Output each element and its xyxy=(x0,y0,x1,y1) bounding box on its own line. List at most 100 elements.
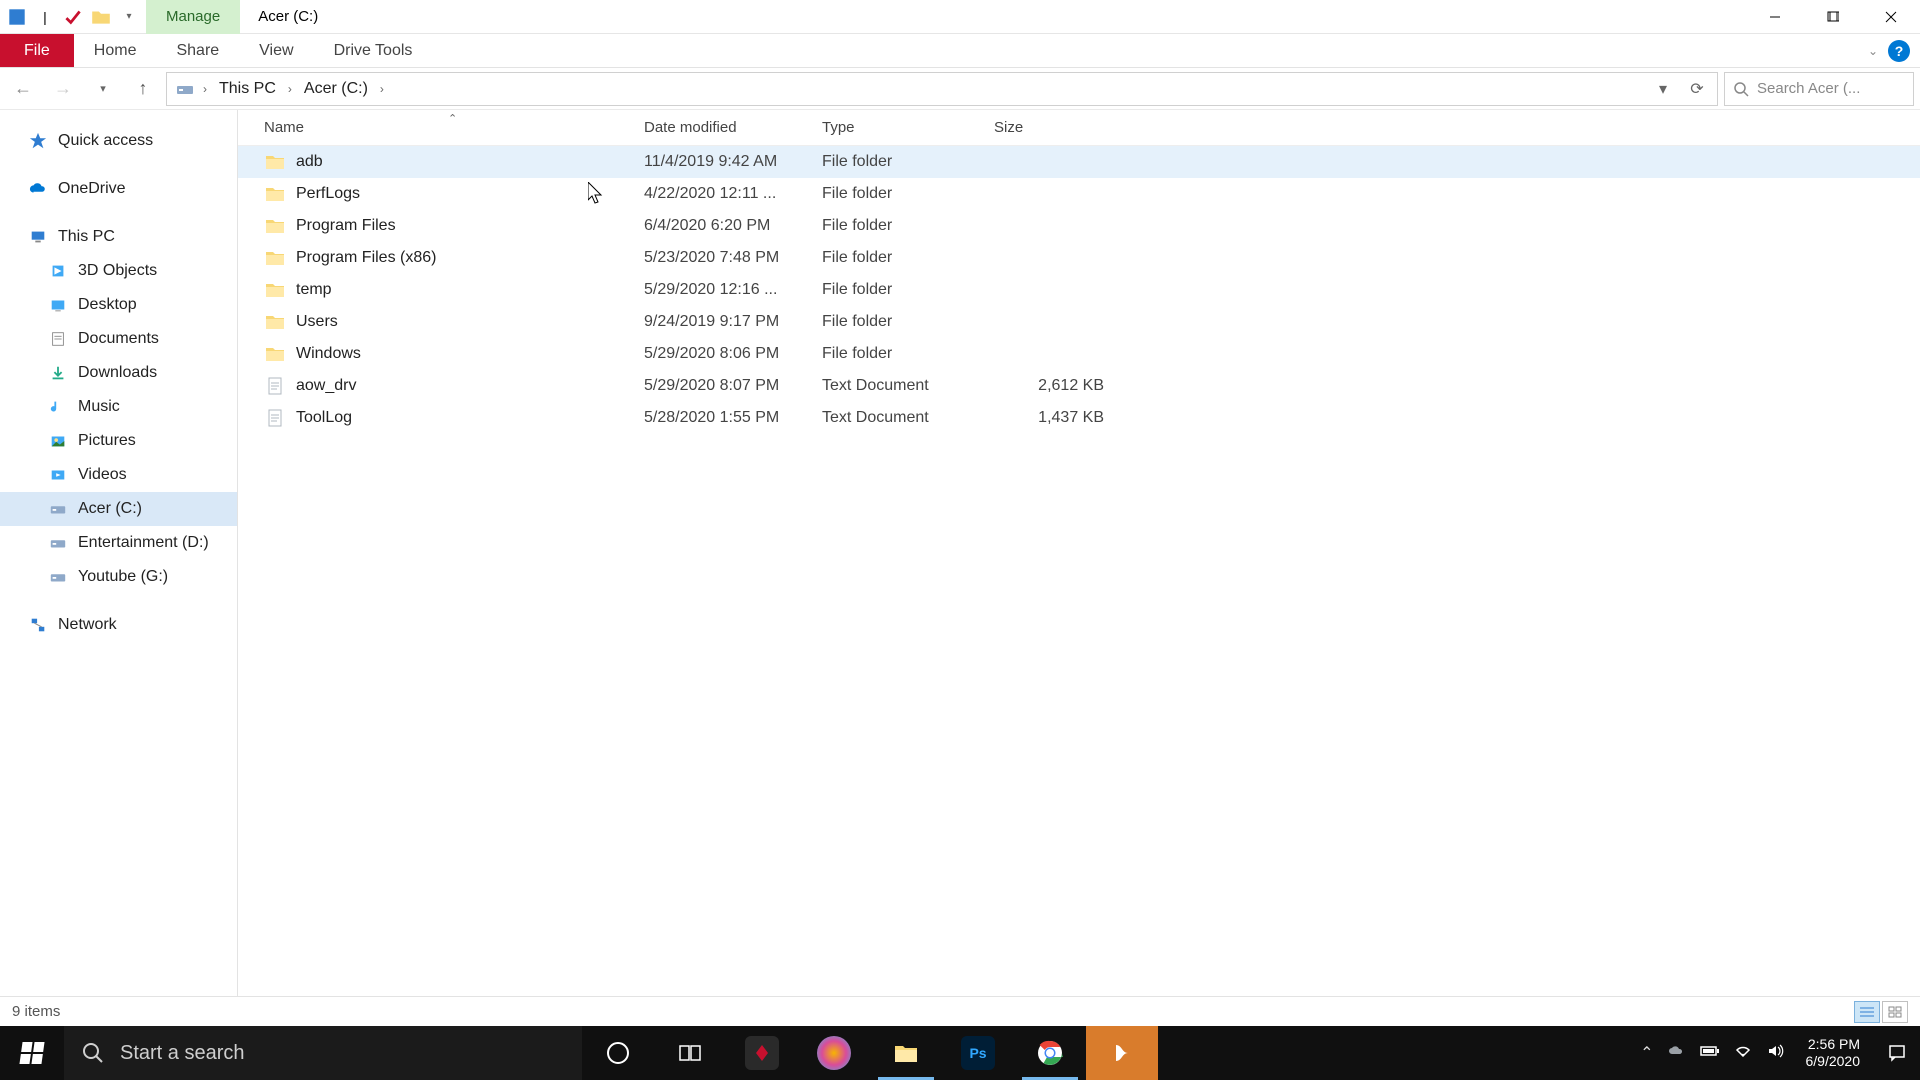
sidebar-item-music[interactable]: Music xyxy=(0,390,237,424)
share-tab[interactable]: Share xyxy=(156,34,239,67)
taskbar-app-predator[interactable] xyxy=(726,1026,798,1080)
up-button[interactable]: ↑ xyxy=(126,72,160,106)
file-name: aow_drv xyxy=(296,377,644,395)
forward-button[interactable]: → xyxy=(46,72,80,106)
view-tab[interactable]: View xyxy=(239,34,313,67)
file-name: Program Files (x86) xyxy=(296,249,644,267)
tray-overflow-icon[interactable]: ⌃ xyxy=(1640,1043,1653,1063)
file-row[interactable]: aow_drv5/29/2020 8:07 PMText Document2,6… xyxy=(238,370,1920,402)
file-row[interactable]: PerfLogs4/22/2020 12:11 ...File folder xyxy=(238,178,1920,210)
taskbar-clock[interactable]: 2:56 PM 6/9/2020 xyxy=(1798,1036,1869,1070)
taskbar-filmora[interactable] xyxy=(1086,1026,1158,1080)
sidebar-item-videos[interactable]: Videos xyxy=(0,458,237,492)
start-button[interactable] xyxy=(0,1026,64,1080)
sidebar-sub-icon xyxy=(48,261,68,281)
folder-icon xyxy=(264,151,286,173)
taskbar-file-explorer[interactable] xyxy=(870,1026,942,1080)
sidebar-quick-access[interactable]: Quick access xyxy=(0,124,237,158)
breadcrumb-this-pc[interactable]: This PC xyxy=(215,80,280,98)
sidebar-item-documents[interactable]: Documents xyxy=(0,322,237,356)
file-date: 5/28/2020 1:55 PM xyxy=(644,409,822,427)
qat-folder-icon[interactable] xyxy=(90,6,112,28)
tray-battery-icon[interactable] xyxy=(1700,1044,1720,1063)
sidebar-item-downloads[interactable]: Downloads xyxy=(0,356,237,390)
file-type: Text Document xyxy=(822,409,994,427)
close-button[interactable] xyxy=(1862,0,1920,34)
column-type[interactable]: Type xyxy=(822,119,994,136)
column-date[interactable]: Date modified xyxy=(644,119,822,136)
file-row[interactable]: Windows5/29/2020 8:06 PMFile folder xyxy=(238,338,1920,370)
window-title: Acer (C:) xyxy=(240,8,336,25)
qat-dropdown-icon[interactable]: ▾ xyxy=(118,6,140,28)
file-row[interactable]: ToolLog5/28/2020 1:55 PMText Document1,4… xyxy=(238,402,1920,434)
taskbar-chrome[interactable] xyxy=(1014,1026,1086,1080)
sidebar-item-label: Videos xyxy=(78,466,127,484)
sidebar-this-pc[interactable]: This PC xyxy=(0,220,237,254)
thumbnails-view-button[interactable] xyxy=(1882,1001,1908,1023)
sidebar-item-label: Music xyxy=(78,398,120,416)
sidebar-item-label: 3D Objects xyxy=(78,262,157,280)
ribbon-expand-icon[interactable]: ⌄ xyxy=(1868,44,1878,58)
app-icon[interactable] xyxy=(6,6,28,28)
tray-onedrive-icon[interactable] xyxy=(1668,1042,1686,1065)
taskbar-app-2[interactable] xyxy=(798,1026,870,1080)
navigation-pane: Quick access OneDrive This PC 3D Objects… xyxy=(0,110,238,996)
sidebar-item-label: Quick access xyxy=(58,132,153,150)
action-center-icon[interactable] xyxy=(1882,1038,1912,1068)
sidebar-item-3d-objects[interactable]: 3D Objects xyxy=(0,254,237,288)
file-row[interactable]: Program Files (x86)5/23/2020 7:48 PMFile… xyxy=(238,242,1920,274)
recent-dropdown-icon[interactable]: ▾ xyxy=(86,72,120,106)
task-view-icon[interactable] xyxy=(654,1026,726,1080)
refresh-button[interactable]: ⟳ xyxy=(1683,73,1711,105)
maximize-button[interactable] xyxy=(1804,0,1862,34)
minimize-button[interactable] xyxy=(1746,0,1804,34)
file-type: Text Document xyxy=(822,377,994,395)
file-row[interactable]: Program Files6/4/2020 6:20 PMFile folder xyxy=(238,210,1920,242)
cortana-icon[interactable] xyxy=(582,1026,654,1080)
file-date: 5/29/2020 8:07 PM xyxy=(644,377,822,395)
sidebar-onedrive[interactable]: OneDrive xyxy=(0,172,237,206)
taskbar-photoshop[interactable]: Ps xyxy=(942,1026,1014,1080)
breadcrumb-chevron-icon[interactable]: › xyxy=(378,82,386,96)
file-row[interactable]: adb11/4/2019 9:42 AMFile folder xyxy=(238,146,1920,178)
file-tab[interactable]: File xyxy=(0,34,74,67)
sidebar-item-pictures[interactable]: Pictures xyxy=(0,424,237,458)
taskbar-search[interactable]: Start a search xyxy=(64,1026,582,1080)
tray-volume-icon[interactable] xyxy=(1766,1042,1784,1065)
taskbar: Start a search Ps ⌃ 2:56 PM 6/9/2020 xyxy=(0,1026,1920,1080)
clock-date: 6/9/2020 xyxy=(1806,1053,1861,1070)
details-view-button[interactable] xyxy=(1854,1001,1880,1023)
sidebar-item-label: OneDrive xyxy=(58,180,126,198)
windows-logo-icon xyxy=(19,1042,44,1064)
address-bar[interactable]: › This PC › Acer (C:) › ▾ ⟳ xyxy=(166,72,1718,106)
search-input[interactable]: Search Acer (... xyxy=(1724,72,1914,106)
help-icon[interactable]: ? xyxy=(1888,40,1910,62)
home-tab[interactable]: Home xyxy=(74,34,157,67)
qat-separator: | xyxy=(34,6,56,28)
sidebar-item-label: Entertainment (D:) xyxy=(78,534,209,552)
sidebar-item-entertainment-d-[interactable]: Entertainment (D:) xyxy=(0,526,237,560)
file-row[interactable]: temp5/29/2020 12:16 ...File folder xyxy=(238,274,1920,306)
breadcrumb-drive[interactable]: Acer (C:) xyxy=(300,80,372,98)
manage-contextual-tab[interactable]: Manage xyxy=(146,0,240,34)
breadcrumb-chevron-icon[interactable]: › xyxy=(201,82,209,96)
breadcrumb-chevron-icon[interactable]: › xyxy=(286,82,294,96)
sidebar-sub-icon xyxy=(48,465,68,485)
drive-tools-tab[interactable]: Drive Tools xyxy=(314,34,433,67)
sidebar-network[interactable]: Network xyxy=(0,608,237,642)
sidebar-item-desktop[interactable]: Desktop xyxy=(0,288,237,322)
column-size[interactable]: Size xyxy=(994,119,1104,136)
back-button[interactable]: ← xyxy=(6,72,40,106)
tray-wifi-icon[interactable] xyxy=(1734,1042,1752,1065)
file-row[interactable]: Users9/24/2019 9:17 PMFile folder xyxy=(238,306,1920,338)
ribbon-tabs: File Home Share View Drive Tools ⌄ ? xyxy=(0,34,1920,68)
sort-indicator-icon: ⌃ xyxy=(448,112,457,125)
sidebar-sub-icon xyxy=(48,363,68,383)
file-size: 1,437 KB xyxy=(994,409,1104,427)
sidebar-item-youtube-g-[interactable]: Youtube (G:) xyxy=(0,560,237,594)
system-tray: ⌃ 2:56 PM 6/9/2020 xyxy=(1640,1026,1920,1080)
sidebar-item-acer-c-[interactable]: Acer (C:) xyxy=(0,492,237,526)
qat-properties-icon[interactable] xyxy=(62,6,84,28)
address-history-dropdown[interactable]: ▾ xyxy=(1649,73,1677,105)
folder-icon xyxy=(264,215,286,237)
